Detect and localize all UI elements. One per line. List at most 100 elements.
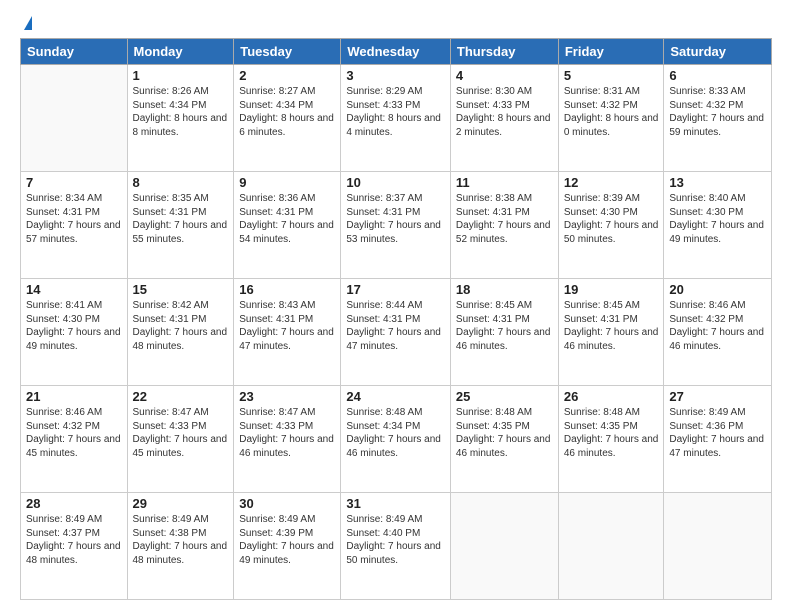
calendar-cell: 15Sunrise: 8:42 AMSunset: 4:31 PMDayligh… (127, 279, 234, 386)
day-info: Sunrise: 8:48 AMSunset: 4:34 PMDaylight:… (346, 406, 445, 460)
day-number: 16 (239, 282, 335, 297)
day-number: 11 (456, 175, 553, 190)
day-info: Sunrise: 8:49 AMSunset: 4:36 PMDaylight:… (669, 406, 766, 460)
calendar-cell: 5 Sunrise: 8:31 AMSunset: 4:32 PMDaylight… (558, 65, 664, 172)
calendar-cell: 13 Sunrise: 8:40 AMSunset: 4:30 PMDayligh… (664, 172, 772, 279)
day-number: 27 (669, 389, 766, 404)
calendar-cell: 2 Sunrise: 8:27 AMSunset: 4:34 PMDaylight… (234, 65, 341, 172)
day-info: Sunrise: 8:34 AMSunset: 4:31 PMDaylight:… (26, 192, 122, 246)
calendar-cell: 6 Sunrise: 8:33 AMSunset: 4:32 PMDaylight… (664, 65, 772, 172)
day-header-thursday: Thursday (450, 39, 558, 65)
day-info: Sunrise: 8:37 AMSunset: 4:31 PMDaylight:… (346, 192, 445, 246)
calendar-cell: 11 Sunrise: 8:38 AMSunset: 4:31 PMDayligh… (450, 172, 558, 279)
day-info: Sunrise: 8:43 AMSunset: 4:31 PMDaylight:… (239, 299, 335, 353)
day-info: Sunrise: 8:29 AMSunset: 4:33 PMDaylight:… (346, 85, 445, 139)
logo-triangle-icon (24, 16, 32, 30)
day-number: 12 (564, 175, 659, 190)
day-header-wednesday: Wednesday (341, 39, 451, 65)
day-info: Sunrise: 8:45 AMSunset: 4:31 PMDaylight:… (564, 299, 659, 353)
day-number: 2 (239, 68, 335, 83)
day-info: Sunrise: 8:27 AMSunset: 4:34 PMDaylight:… (239, 85, 335, 139)
calendar-cell: 26Sunrise: 8:48 AMSunset: 4:35 PMDayligh… (558, 386, 664, 493)
day-number: 13 (669, 175, 766, 190)
day-number: 14 (26, 282, 122, 297)
day-number: 9 (239, 175, 335, 190)
calendar-cell: 27 Sunrise: 8:49 AMSunset: 4:36 PMDayligh… (664, 386, 772, 493)
calendar-cell: 7 Sunrise: 8:34 AMSunset: 4:31 PMDaylight… (21, 172, 128, 279)
day-info: Sunrise: 8:26 AMSunset: 4:34 PMDaylight:… (133, 85, 229, 139)
day-info: Sunrise: 8:33 AMSunset: 4:32 PMDaylight:… (669, 85, 766, 139)
day-info: Sunrise: 8:48 AMSunset: 4:35 PMDaylight:… (564, 406, 659, 460)
day-info: Sunrise: 8:41 AMSunset: 4:30 PMDaylight:… (26, 299, 122, 353)
calendar-cell: 28Sunrise: 8:49 AMSunset: 4:37 PMDayligh… (21, 493, 128, 600)
calendar-cell: 16 Sunrise: 8:43 AMSunset: 4:31 PMDayligh… (234, 279, 341, 386)
calendar-cell: 17Sunrise: 8:44 AMSunset: 4:31 PMDayligh… (341, 279, 451, 386)
day-number: 30 (239, 496, 335, 511)
day-info: Sunrise: 8:49 AMSunset: 4:40 PMDaylight:… (346, 513, 445, 567)
calendar-cell (558, 493, 664, 600)
day-number: 7 (26, 175, 122, 190)
day-number: 5 (564, 68, 659, 83)
day-number: 28 (26, 496, 122, 511)
day-info: Sunrise: 8:46 AMSunset: 4:32 PMDaylight:… (26, 406, 122, 460)
calendar-cell: 12 Sunrise: 8:39 AMSunset: 4:30 PMDayligh… (558, 172, 664, 279)
calendar-header-row: SundayMondayTuesdayWednesdayThursdayFrid… (21, 39, 772, 65)
day-info: Sunrise: 8:35 AMSunset: 4:31 PMDaylight:… (133, 192, 229, 246)
day-number: 10 (346, 175, 445, 190)
day-info: Sunrise: 8:30 AMSunset: 4:33 PMDaylight:… (456, 85, 553, 139)
calendar-cell: 31 Sunrise: 8:49 AMSunset: 4:40 PMDayligh… (341, 493, 451, 600)
day-number: 29 (133, 496, 229, 511)
calendar-cell: 10 Sunrise: 8:37 AMSunset: 4:31 PMDayligh… (341, 172, 451, 279)
day-number: 20 (669, 282, 766, 297)
calendar-cell: 29 Sunrise: 8:49 AMSunset: 4:38 PMDayligh… (127, 493, 234, 600)
day-info: Sunrise: 8:45 AMSunset: 4:31 PMDaylight:… (456, 299, 553, 353)
day-info: Sunrise: 8:46 AMSunset: 4:32 PMDaylight:… (669, 299, 766, 353)
logo (20, 16, 32, 32)
day-number: 6 (669, 68, 766, 83)
calendar-cell (664, 493, 772, 600)
day-info: Sunrise: 8:40 AMSunset: 4:30 PMDaylight:… (669, 192, 766, 246)
day-header-sunday: Sunday (21, 39, 128, 65)
calendar-week-row: 14 Sunrise: 8:41 AMSunset: 4:30 PMDayligh… (21, 279, 772, 386)
calendar-cell: 4 Sunrise: 8:30 AMSunset: 4:33 PMDaylight… (450, 65, 558, 172)
day-info: Sunrise: 8:48 AMSunset: 4:35 PMDaylight:… (456, 406, 553, 460)
day-number: 25 (456, 389, 553, 404)
day-info: Sunrise: 8:31 AMSunset: 4:32 PMDaylight:… (564, 85, 659, 139)
day-number: 31 (346, 496, 445, 511)
calendar-cell: 9 Sunrise: 8:36 AMSunset: 4:31 PMDaylight… (234, 172, 341, 279)
calendar-cell: 19 Sunrise: 8:45 AMSunset: 4:31 PMDayligh… (558, 279, 664, 386)
day-number: 19 (564, 282, 659, 297)
calendar-cell: 23Sunrise: 8:47 AMSunset: 4:33 PMDayligh… (234, 386, 341, 493)
day-info: Sunrise: 8:39 AMSunset: 4:30 PMDaylight:… (564, 192, 659, 246)
header (20, 16, 772, 32)
day-header-monday: Monday (127, 39, 234, 65)
calendar-cell: 25 Sunrise: 8:48 AMSunset: 4:35 PMDayligh… (450, 386, 558, 493)
day-info: Sunrise: 8:44 AMSunset: 4:31 PMDaylight:… (346, 299, 445, 353)
day-number: 18 (456, 282, 553, 297)
day-info: Sunrise: 8:49 AMSunset: 4:38 PMDaylight:… (133, 513, 229, 567)
calendar-cell: 30Sunrise: 8:49 AMSunset: 4:39 PMDayligh… (234, 493, 341, 600)
calendar-cell: 18 Sunrise: 8:45 AMSunset: 4:31 PMDayligh… (450, 279, 558, 386)
calendar-cell: 14 Sunrise: 8:41 AMSunset: 4:30 PMDayligh… (21, 279, 128, 386)
calendar-cell: 1Sunrise: 8:26 AMSunset: 4:34 PMDaylight… (127, 65, 234, 172)
day-number: 22 (133, 389, 229, 404)
day-info: Sunrise: 8:36 AMSunset: 4:31 PMDaylight:… (239, 192, 335, 246)
day-info: Sunrise: 8:47 AMSunset: 4:33 PMDaylight:… (133, 406, 229, 460)
calendar-cell (21, 65, 128, 172)
calendar-week-row: 21 Sunrise: 8:46 AMSunset: 4:32 PMDayligh… (21, 386, 772, 493)
day-number: 4 (456, 68, 553, 83)
calendar-week-row: 28Sunrise: 8:49 AMSunset: 4:37 PMDayligh… (21, 493, 772, 600)
day-number: 21 (26, 389, 122, 404)
calendar-week-row: 1Sunrise: 8:26 AMSunset: 4:34 PMDaylight… (21, 65, 772, 172)
calendar-cell: 24Sunrise: 8:48 AMSunset: 4:34 PMDayligh… (341, 386, 451, 493)
day-info: Sunrise: 8:47 AMSunset: 4:33 PMDaylight:… (239, 406, 335, 460)
page: SundayMondayTuesdayWednesdayThursdayFrid… (0, 0, 792, 612)
calendar-table: SundayMondayTuesdayWednesdayThursdayFrid… (20, 38, 772, 600)
day-header-friday: Friday (558, 39, 664, 65)
calendar-cell: 3Sunrise: 8:29 AMSunset: 4:33 PMDaylight… (341, 65, 451, 172)
calendar-cell: 22 Sunrise: 8:47 AMSunset: 4:33 PMDayligh… (127, 386, 234, 493)
day-number: 15 (133, 282, 229, 297)
day-header-saturday: Saturday (664, 39, 772, 65)
day-info: Sunrise: 8:38 AMSunset: 4:31 PMDaylight:… (456, 192, 553, 246)
calendar-cell: 20 Sunrise: 8:46 AMSunset: 4:32 PMDayligh… (664, 279, 772, 386)
